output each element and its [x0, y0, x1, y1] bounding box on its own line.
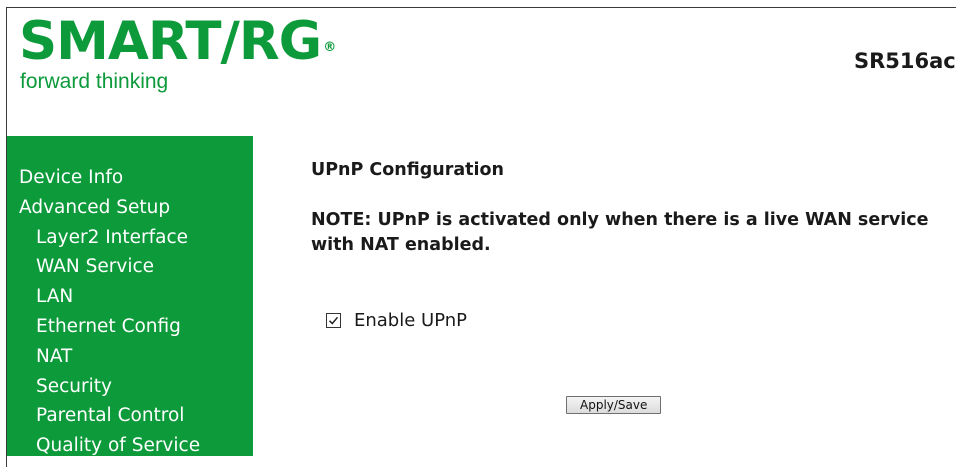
- device-model: SR516ac: [854, 49, 956, 73]
- sidebar-item-layer2-interface[interactable]: Layer2 Interface: [19, 223, 200, 253]
- enable-upnp-label[interactable]: Enable UPnP: [354, 310, 467, 331]
- sidebar-menu: Device Info Advanced Setup Layer2 Interf…: [19, 163, 200, 461]
- sidebar-item-nat[interactable]: NAT: [19, 342, 200, 372]
- sidebar-item-ethernet-config[interactable]: Ethernet Config: [19, 312, 200, 342]
- sidebar: Device Info Advanced Setup Layer2 Interf…: [7, 136, 253, 456]
- brand-logo: SMART/RG ® forward thinking: [19, 11, 336, 94]
- checkmark-icon: [328, 316, 339, 325]
- logo-text: SMART/RG: [19, 11, 322, 72]
- sidebar-item-lan[interactable]: LAN: [19, 282, 200, 312]
- enable-upnp-row: Enable UPnP: [326, 310, 467, 331]
- sidebar-item-device-info[interactable]: Device Info: [19, 163, 200, 193]
- sidebar-item-quality-of-service[interactable]: Quality of Service: [19, 431, 200, 461]
- sidebar-item-wan-service[interactable]: WAN Service: [19, 252, 200, 282]
- logo-wordmark: SMART/RG ®: [19, 11, 336, 72]
- apply-save-button[interactable]: Apply/Save: [566, 396, 662, 414]
- logo-tagline: forward thinking: [20, 70, 169, 93]
- enable-upnp-checkbox[interactable]: [326, 313, 341, 328]
- page-title: UPnP Configuration: [311, 160, 504, 180]
- sidebar-item-advanced-setup[interactable]: Advanced Setup: [19, 193, 200, 223]
- registered-mark: ®: [323, 40, 337, 55]
- sidebar-item-parental-control[interactable]: Parental Control: [19, 401, 200, 431]
- sidebar-item-security[interactable]: Security: [19, 372, 200, 402]
- upnp-note: NOTE: UPnP is activated only when there …: [311, 210, 929, 255]
